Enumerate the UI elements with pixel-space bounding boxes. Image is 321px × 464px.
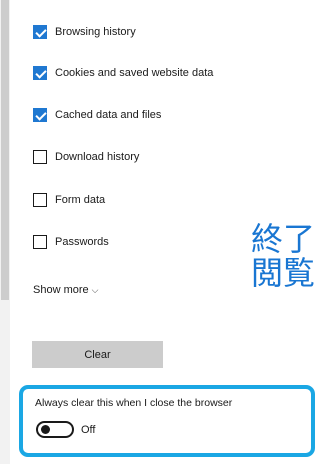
- option-label: Cached data and files: [55, 109, 162, 121]
- scrollbar-track[interactable]: [0, 0, 10, 464]
- option-label: Browsing history: [55, 26, 136, 38]
- option-download-history[interactable]: Download history: [33, 150, 139, 164]
- checkbox-browsing-history[interactable]: [33, 25, 47, 39]
- option-label: Passwords: [55, 236, 109, 248]
- toggle-knob: [41, 425, 50, 434]
- clear-button[interactable]: Clear: [32, 341, 163, 368]
- option-label: Cookies and saved website data: [55, 67, 214, 79]
- show-more-link[interactable]: Show more ⌵: [33, 284, 98, 296]
- checkbox-cached-data[interactable]: [33, 108, 47, 122]
- always-clear-label: Always clear this when I close the brows…: [35, 397, 233, 409]
- checkbox-passwords[interactable]: [33, 235, 47, 249]
- checkbox-form-data[interactable]: [33, 193, 47, 207]
- always-clear-toggle[interactable]: [36, 421, 74, 438]
- overlay-text-line1: 終了: [251, 220, 316, 258]
- option-form-data[interactable]: Form data: [33, 193, 105, 207]
- checkbox-download-history[interactable]: [33, 150, 47, 164]
- option-label: Download history: [55, 151, 140, 163]
- toggle-state-text: Off: [81, 424, 96, 436]
- show-more-label: Show more: [33, 284, 89, 296]
- option-cached-data[interactable]: Cached data and files: [33, 108, 161, 122]
- option-label: Form data: [55, 194, 106, 206]
- option-browsing-history[interactable]: Browsing history: [33, 25, 136, 39]
- option-cookies[interactable]: Cookies and saved website data: [33, 66, 213, 80]
- option-passwords[interactable]: Passwords: [33, 235, 109, 249]
- scrollbar-thumb[interactable]: [1, 0, 9, 300]
- overlay-text-line2: 閲覧: [251, 254, 316, 292]
- checkbox-cookies[interactable]: [33, 66, 47, 80]
- chevron-down-icon: ⌵: [91, 285, 99, 295]
